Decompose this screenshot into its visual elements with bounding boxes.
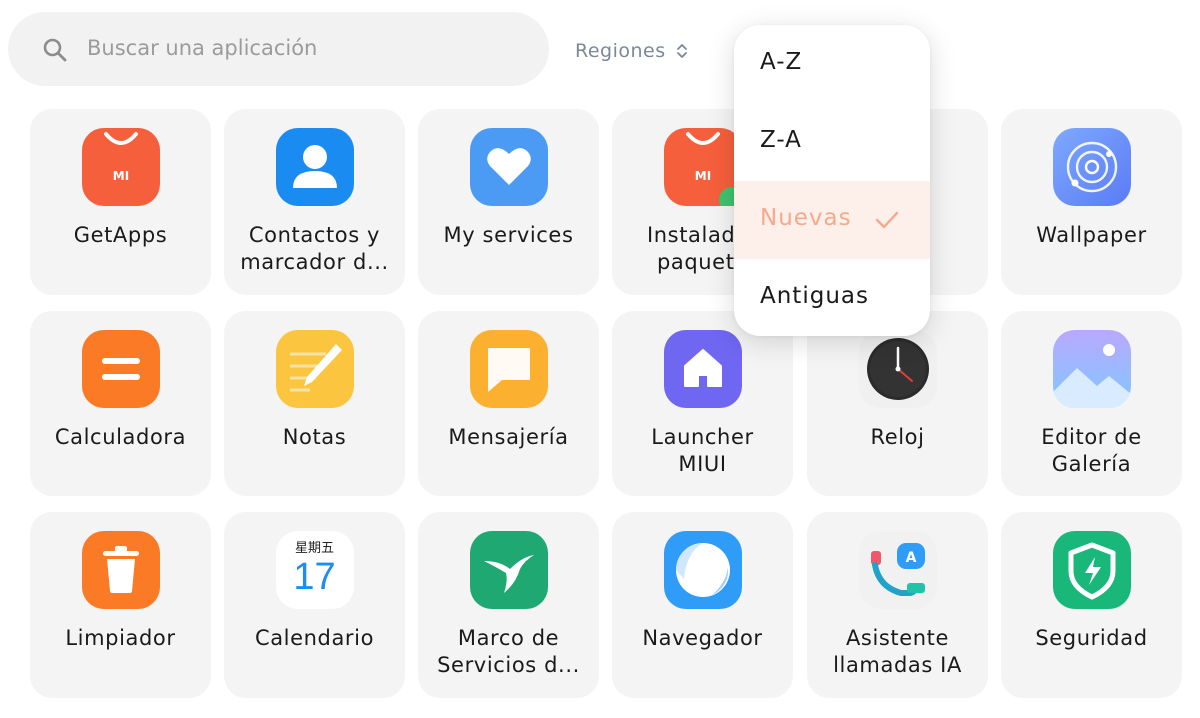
getapps-icon: MI bbox=[81, 128, 160, 206]
app-label: Seguridad bbox=[1035, 626, 1148, 650]
svg-text:MI: MI bbox=[694, 169, 710, 183]
app-label: My services bbox=[443, 223, 574, 247]
app-label: Navegador bbox=[642, 626, 763, 650]
sort-option-label: A-Z bbox=[760, 49, 803, 75]
ai-call-icon: A bbox=[858, 531, 937, 609]
sort-option-newest[interactable]: Nuevas bbox=[734, 181, 930, 259]
search-input[interactable]: Buscar una aplicación bbox=[87, 36, 317, 60]
notes-icon bbox=[275, 330, 354, 408]
app-tile-launcher[interactable]: Launcher MIUI bbox=[612, 311, 793, 496]
wallpaper-icon bbox=[1052, 128, 1131, 206]
app-tile-gallery-editor[interactable]: Editor de Galería bbox=[1001, 311, 1182, 496]
clock-icon bbox=[858, 330, 937, 408]
svg-text:A: A bbox=[905, 550, 916, 566]
calendar-icon: 星期五 17 bbox=[275, 531, 354, 609]
messaging-icon bbox=[469, 330, 548, 408]
sort-option-label: Antiguas bbox=[760, 283, 869, 309]
sort-option-label: Nuevas bbox=[760, 205, 852, 231]
app-label: Editor de Galería bbox=[1041, 425, 1142, 476]
app-tile-messaging[interactable]: Mensajería bbox=[418, 311, 599, 496]
app-label: Launcher MIUI bbox=[651, 425, 754, 476]
svg-text:MI: MI bbox=[112, 169, 128, 183]
app-tile-clock[interactable]: Reloj bbox=[807, 311, 988, 496]
app-label: GetApps bbox=[73, 223, 168, 247]
sort-option-label: Z-A bbox=[760, 127, 802, 153]
browser-icon bbox=[663, 531, 742, 609]
app-tile-ai-call-assistant[interactable]: A Asistente llamadas IA bbox=[807, 512, 988, 698]
app-label: Reloj bbox=[870, 425, 925, 449]
app-label: Notas bbox=[282, 425, 347, 449]
search-bar[interactable]: Buscar una aplicación bbox=[8, 12, 549, 86]
hummingbird-icon bbox=[469, 531, 548, 609]
app-tile-browser[interactable]: Navegador bbox=[612, 512, 793, 698]
app-label: Asistente llamadas IA bbox=[833, 626, 962, 677]
gallery-editor-icon bbox=[1052, 330, 1131, 408]
checkmark-icon bbox=[875, 211, 899, 229]
calendar-day-number: 17 bbox=[293, 556, 336, 598]
app-tile-security[interactable]: Seguridad bbox=[1001, 512, 1182, 698]
sort-menu: A-Z Z-A Nuevas Antiguas bbox=[734, 25, 930, 336]
app-label: Calendario bbox=[254, 626, 375, 650]
trash-icon bbox=[81, 531, 160, 609]
app-label: Contactos y marcador d... bbox=[240, 223, 389, 274]
app-tile-services-framework[interactable]: Marco de Servicios d... bbox=[418, 512, 599, 698]
app-tile-calendar[interactable]: 星期五 17 Calendario bbox=[224, 512, 405, 698]
app-label: Calculadora bbox=[54, 425, 187, 449]
app-tile-calculator[interactable]: Calculadora bbox=[30, 311, 211, 496]
regions-filter-label: Regiones bbox=[575, 40, 666, 62]
app-tile-my-services[interactable]: My services bbox=[418, 109, 599, 295]
app-tile-getapps[interactable]: MI GetApps bbox=[30, 109, 211, 295]
sort-option-oldest[interactable]: Antiguas bbox=[734, 259, 930, 336]
app-label: Wallpaper bbox=[1036, 223, 1147, 247]
security-shield-icon bbox=[1052, 531, 1131, 609]
app-tile-contacts[interactable]: Contactos y marcador d... bbox=[224, 109, 405, 295]
app-tile-wallpaper[interactable]: Wallpaper bbox=[1001, 109, 1182, 295]
app-tile-cleaner[interactable]: Limpiador bbox=[30, 512, 211, 698]
calculator-icon bbox=[81, 330, 160, 408]
app-label: Marco de Servicios d... bbox=[437, 626, 580, 677]
home-icon bbox=[663, 330, 742, 408]
app-label: Limpiador bbox=[65, 626, 176, 650]
sort-option-a-z[interactable]: A-Z bbox=[734, 25, 930, 103]
contacts-icon bbox=[275, 128, 354, 206]
sort-option-z-a[interactable]: Z-A bbox=[734, 103, 930, 181]
search-icon bbox=[43, 38, 67, 62]
heart-icon bbox=[469, 128, 548, 206]
regions-filter-button[interactable]: Regiones bbox=[575, 37, 688, 65]
sort-arrows-icon bbox=[676, 44, 687, 58]
calendar-day-name: 星期五 bbox=[294, 541, 334, 556]
app-tile-notes[interactable]: Notas bbox=[224, 311, 405, 496]
package-installer-icon: MI bbox=[663, 128, 742, 206]
app-label: Mensajería bbox=[448, 425, 569, 449]
